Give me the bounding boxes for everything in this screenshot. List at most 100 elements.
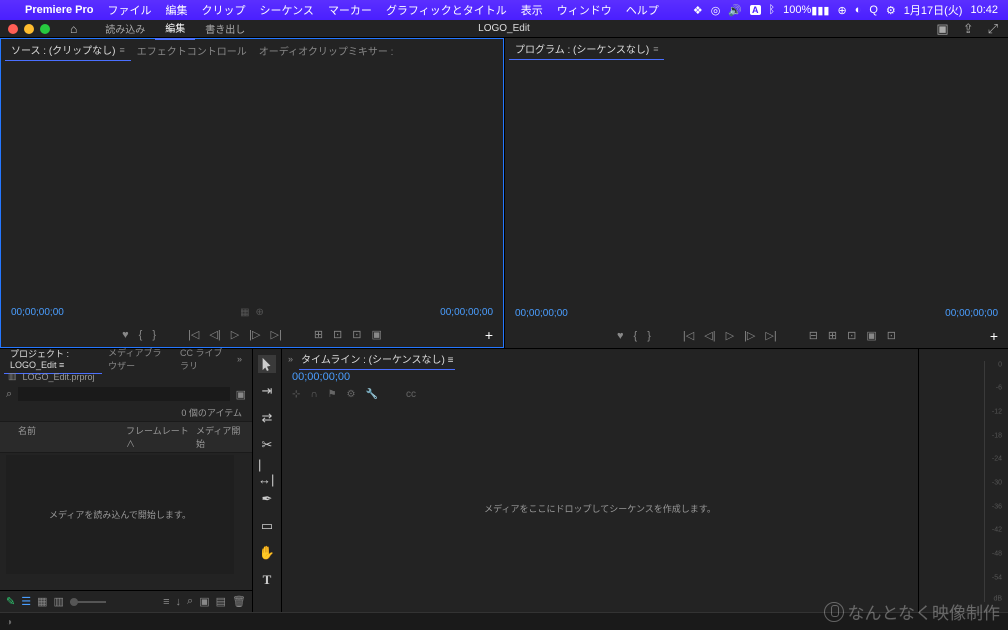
mark-out-icon[interactable]: } [647, 330, 651, 342]
timeline-drop-area[interactable]: メディアをここにドロップしてシーケンスを作成します。 [282, 404, 918, 612]
fullscreen-icon[interactable]: ⤢ [988, 21, 998, 37]
rectangle-tool[interactable]: ▭ [258, 517, 276, 535]
menubar-date[interactable]: 1月17日(火) [904, 2, 963, 18]
wifi-icon-2[interactable]: ◐ [855, 4, 862, 16]
mark-in-icon[interactable]: { [139, 329, 143, 341]
col-media-start[interactable]: メディア開始 [196, 424, 246, 450]
project-bin-empty[interactable]: メディアを読み込んで開始します。 [6, 455, 234, 574]
menu-help[interactable]: ヘルプ [619, 2, 666, 18]
menu-sequence[interactable]: シーケンス [252, 2, 320, 18]
volume-icon[interactable]: 🔊 [728, 4, 742, 17]
menu-marker[interactable]: マーカー [321, 2, 379, 18]
track-select-tool[interactable]: ⇥ [258, 382, 276, 400]
audio-clip-mixer-tab[interactable]: オーディオクリップミキサー : [253, 40, 400, 61]
program-tc-in[interactable]: 00;00;00;00 [515, 308, 568, 319]
timeline-chevron-icon[interactable]: » [288, 354, 293, 364]
close-window-button[interactable] [8, 24, 18, 34]
trash-icon[interactable]: 🗑 [232, 595, 246, 608]
more-tabs-icon[interactable]: » [231, 351, 248, 367]
new-bin-icon[interactable]: ▣ [199, 595, 209, 608]
freeform-view-icon[interactable]: ▥ [54, 595, 64, 608]
spotlight-icon[interactable]: Q [869, 4, 878, 16]
step-forward-icon[interactable]: |▷ [249, 328, 260, 341]
workspace-export-tab[interactable]: 書き出し [195, 18, 255, 39]
goto-in-icon[interactable]: |◁ [188, 328, 199, 341]
linked-selection-icon[interactable]: ∩ [310, 389, 317, 400]
timeline-tab[interactable]: タイムライン : (シーケンスなし) ≡ [299, 348, 455, 370]
project-columns[interactable]: 名前 フレームレート ∧ メディア開始 [0, 421, 252, 453]
home-button[interactable]: ⌂ [58, 22, 89, 36]
extract-icon[interactable]: ⊞ [828, 329, 837, 342]
fullscreen-window-button[interactable] [40, 24, 50, 34]
captions-icon[interactable]: cc [406, 389, 416, 400]
timeline-timecode[interactable]: 00;00;00;00 [282, 369, 918, 385]
goto-out-icon[interactable]: ▷| [270, 328, 281, 341]
col-name[interactable]: 名前 [6, 424, 126, 450]
type-tool[interactable]: T [258, 571, 276, 589]
source-fit-icon[interactable]: ▦ [240, 307, 249, 318]
status-icon-1[interactable]: ❖ [693, 4, 703, 17]
ripple-edit-tool[interactable]: ⇄ [258, 409, 276, 427]
menu-graphics[interactable]: グラフィックとタイトル [379, 2, 514, 18]
effect-controls-tab[interactable]: エフェクトコントロール [131, 40, 253, 61]
find-icon[interactable]: ⌕ [187, 595, 193, 608]
project-search-input[interactable] [18, 387, 229, 401]
col-framerate[interactable]: フレームレート ∧ [126, 424, 196, 450]
menu-file[interactable]: ファイル [100, 2, 158, 18]
input-source-icon[interactable]: A [750, 5, 761, 15]
share-icon[interactable]: ⇪ [963, 21, 974, 37]
pen-tool[interactable]: ✒ [258, 490, 276, 508]
zoom-slider[interactable] [70, 601, 106, 603]
hand-tool[interactable]: ✋ [258, 544, 276, 562]
icon-view-icon[interactable]: ▦ [37, 595, 47, 608]
step-back-icon[interactable]: ◁| [209, 328, 220, 341]
slip-tool[interactable]: |↔| [258, 463, 276, 481]
source-tab[interactable]: ソース : (クリップなし)≡ [5, 39, 131, 61]
bluetooth-icon[interactable]: ᛒ [769, 4, 776, 16]
selection-tool[interactable] [258, 355, 276, 373]
mark-out-icon[interactable]: } [152, 329, 156, 341]
sort-icon[interactable]: ≡ [163, 596, 169, 608]
play-icon[interactable]: ▷ [726, 329, 734, 342]
workspace-import-tab[interactable]: 読み込み [95, 18, 155, 39]
snap-icon[interactable]: ⊹ [292, 389, 300, 400]
status-icon-2[interactable]: ◎ [711, 4, 721, 17]
camera-icon[interactable]: ▣ [371, 328, 381, 341]
wifi-icon[interactable]: ⊕ [837, 4, 846, 17]
timeline-settings-icon[interactable]: ⚙ [347, 389, 356, 400]
workspace-edit-tab[interactable]: 編集 [155, 17, 195, 40]
list-view-icon[interactable]: ☰ [21, 595, 31, 608]
button-editor-icon[interactable]: + [990, 328, 998, 344]
source-settings-icon[interactable]: ⊕ [256, 307, 264, 318]
source-tc-in[interactable]: 00;00;00;00 [11, 307, 64, 318]
compare-icon[interactable]: ▣ [866, 329, 876, 342]
step-back-icon[interactable]: ◁| [704, 329, 715, 342]
battery-status[interactable]: 100% ▮▮▮ [783, 4, 829, 17]
app-name[interactable]: Premiere Pro [18, 4, 100, 16]
button-editor-icon[interactable]: + [485, 327, 493, 343]
mark-in-icon[interactable]: { [634, 330, 638, 342]
control-center-icon[interactable]: ⚙ [886, 4, 896, 17]
wrench-icon[interactable]: 🔧 [366, 389, 378, 400]
menubar-time[interactable]: 10:42 [970, 4, 998, 16]
overwrite-icon[interactable]: ⊡ [333, 328, 342, 341]
source-tc-out[interactable]: 00;00;00;00 [440, 307, 493, 318]
safe-margin-icon[interactable]: ⊡ [887, 329, 896, 342]
menu-view[interactable]: 表示 [514, 2, 550, 18]
program-tab[interactable]: プログラム : (シーケンスなし)≡ [509, 38, 664, 60]
marker-icon[interactable]: ♥ [122, 329, 129, 341]
minimize-window-button[interactable] [24, 24, 34, 34]
automate-icon[interactable]: ↓ [176, 596, 182, 608]
menu-edit[interactable]: 編集 [158, 2, 194, 18]
export-frame-icon[interactable]: ⊡ [352, 328, 361, 341]
marker-icon[interactable]: ♥ [617, 330, 624, 342]
quick-export-icon[interactable]: ▣ [936, 21, 948, 37]
menu-window[interactable]: ウィンドウ [550, 2, 619, 18]
goto-in-icon[interactable]: |◁ [683, 329, 694, 342]
marker-add-icon[interactable]: ⚑ [328, 389, 337, 400]
lift-icon[interactable]: ⊟ [809, 329, 818, 342]
razor-tool[interactable]: ✂ [258, 436, 276, 454]
step-forward-icon[interactable]: |▷ [744, 329, 755, 342]
program-tc-out[interactable]: 00;00;00;00 [945, 308, 998, 319]
goto-out-icon[interactable]: ▷| [765, 329, 776, 342]
